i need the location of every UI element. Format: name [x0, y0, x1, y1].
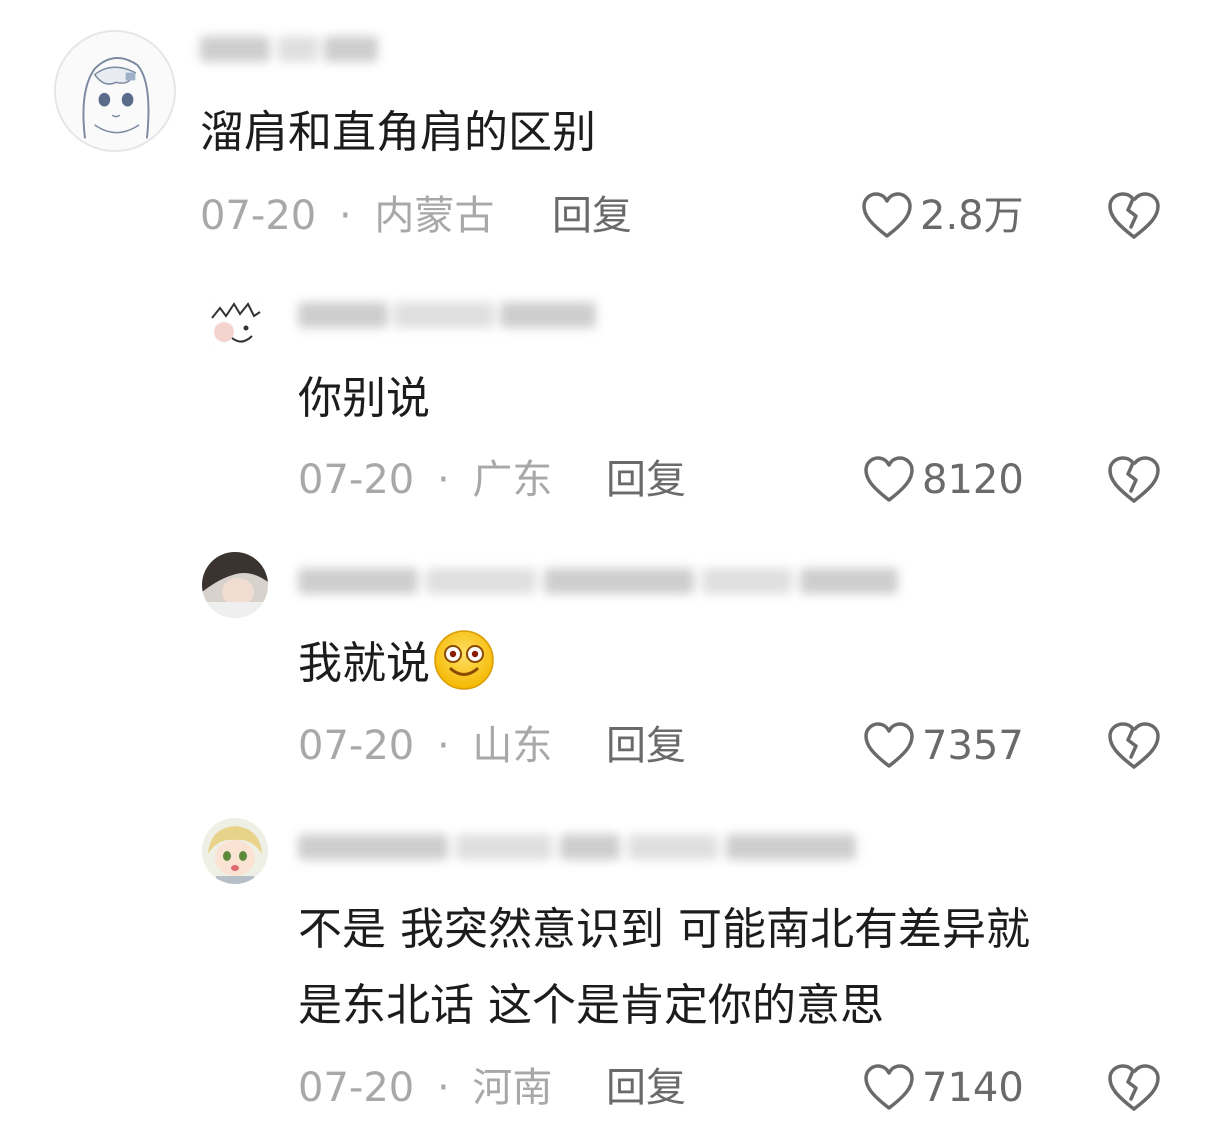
- cartoon-face-avatar-icon: [202, 290, 268, 356]
- like-button[interactable]: 2.8万: [860, 190, 1024, 242]
- broken-heart-icon: [1108, 456, 1160, 503]
- comment-text: 溜肩和直角肩的区别: [200, 107, 596, 158]
- username-redacted: [298, 562, 898, 600]
- reply-button[interactable]: 回复: [606, 722, 686, 770]
- reply-button[interactable]: 回复: [606, 456, 686, 504]
- reply-button[interactable]: 回复: [552, 192, 632, 240]
- comment-date: 07-20 · 广东: [298, 456, 552, 504]
- date-text: 07-20: [298, 1065, 415, 1111]
- user-avatar[interactable]: [54, 30, 176, 152]
- heart-icon: [864, 456, 914, 502]
- meta-separator: ·: [436, 1065, 450, 1111]
- location-text: 山东: [472, 723, 553, 769]
- heart-icon: [864, 1064, 914, 1110]
- username-redacted: [298, 828, 858, 866]
- like-button[interactable]: 8120: [862, 454, 1024, 506]
- like-count: 2.8万: [920, 193, 1024, 239]
- reply-button[interactable]: 回复: [606, 1064, 686, 1112]
- dislike-button[interactable]: [1106, 720, 1162, 772]
- meta-separator: ·: [436, 457, 450, 503]
- location-text: 广东: [472, 457, 553, 503]
- like-count: 7357: [922, 723, 1024, 769]
- smiling-face-emoji-icon: [434, 630, 494, 690]
- dislike-button[interactable]: [1106, 454, 1162, 506]
- username-redacted: [298, 296, 598, 334]
- location-text: 河南: [472, 1065, 553, 1111]
- broken-heart-icon: [1108, 192, 1160, 239]
- date-text: 07-20: [298, 457, 415, 503]
- meta-separator: ·: [338, 193, 352, 239]
- user-avatar[interactable]: [202, 818, 268, 884]
- user-avatar[interactable]: [202, 552, 268, 618]
- dislike-button[interactable]: [1106, 190, 1162, 242]
- date-text: 07-20: [298, 723, 415, 769]
- dislike-button[interactable]: [1106, 1062, 1162, 1114]
- heart-icon: [864, 722, 914, 768]
- comment-date: 07-20 · 内蒙古: [200, 192, 494, 240]
- heart-icon: [862, 192, 912, 238]
- comment-date: 07-20 · 河南: [298, 1064, 552, 1112]
- date-text: 07-20: [200, 193, 317, 239]
- broken-heart-icon: [1108, 1064, 1160, 1111]
- photo-avatar-icon: [202, 552, 268, 618]
- comment-text-content: 我就说: [298, 638, 430, 689]
- comment-text-line-2: 是东北话 这个是肯定你的意思: [298, 980, 884, 1031]
- username-redacted: [200, 30, 380, 68]
- anime-girl-avatar-icon: [56, 32, 174, 150]
- like-button[interactable]: 7357: [862, 720, 1024, 772]
- like-button[interactable]: 7140: [862, 1062, 1024, 1114]
- user-avatar[interactable]: [202, 290, 268, 356]
- like-count: 8120: [922, 457, 1024, 503]
- comment-text: 我就说: [298, 628, 496, 700]
- anime-character-avatar-icon: [202, 818, 268, 884]
- comment-text-line-1: 不是 我突然意识到 可能南北有差异就: [298, 904, 1030, 955]
- comment-date: 07-20 · 山东: [298, 722, 552, 770]
- meta-separator: ·: [436, 723, 450, 769]
- broken-heart-icon: [1108, 722, 1160, 769]
- comment-text: 你别说: [298, 373, 430, 424]
- like-count: 7140: [922, 1065, 1024, 1111]
- location-text: 内蒙古: [374, 193, 495, 239]
